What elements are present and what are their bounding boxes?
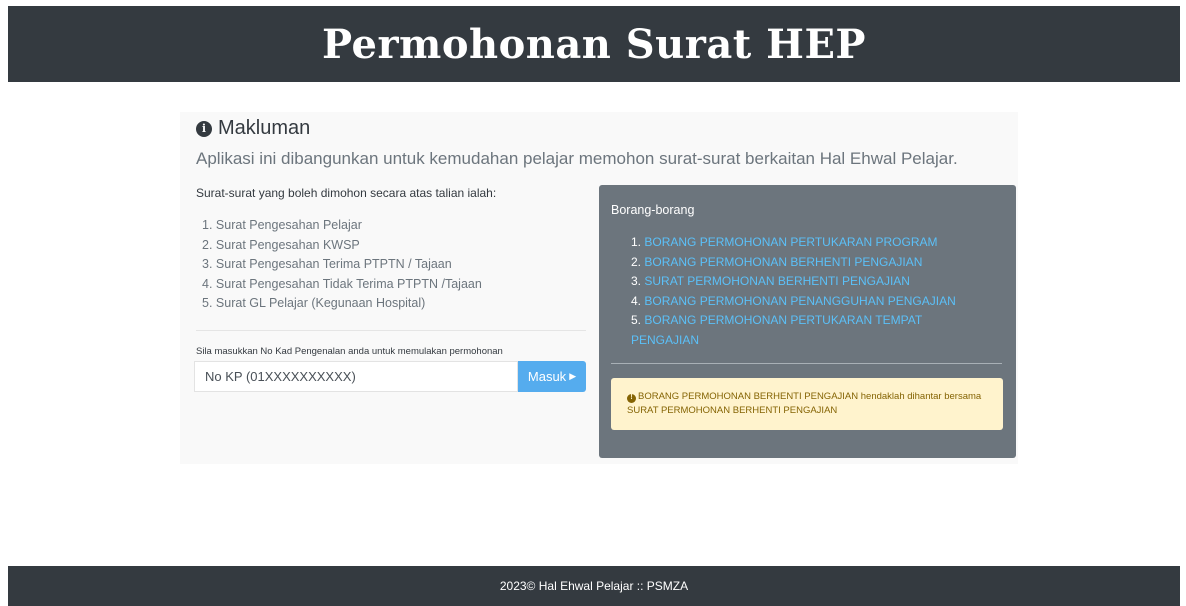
info-lead-text: Aplikasi ini dibangunkan untuk kemudahan… xyxy=(196,149,958,168)
surat-section: Surat-surat yang boleh dimohon secara at… xyxy=(196,186,588,314)
list-item: 1. Surat Pengesahan Pelajar xyxy=(202,218,362,232)
borang-link-pertukaran-program[interactable]: BORANG PERMOHONAN PERTUKARAN PROGRAM xyxy=(644,235,937,249)
borang-card: Borang-borang 1. BORANG PERMOHONAN PERTU… xyxy=(599,185,1016,458)
borang-link-pertukaran-tempat[interactable]: BORANG PERMOHONAN PERTUKARAN TEMPAT PENG… xyxy=(631,313,922,347)
info-heading: i Makluman xyxy=(196,117,310,140)
borang-title: Borang-borang xyxy=(611,203,695,217)
borang-item: 3. SURAT PERMOHONAN BERHENTI PENGAJIAN xyxy=(631,274,910,288)
borang-item: 1. BORANG PERMOHONAN PERTUKARAN PROGRAM xyxy=(631,235,938,249)
surat-list: 1. Surat Pengesahan Pelajar 2. Surat Pen… xyxy=(196,216,588,314)
warning-alert: ! BORANG PERMOHONAN BERHENTI PENGAJIAN he… xyxy=(611,378,1003,430)
footer-bar: 2023© Hal Ehwal Pelajar :: PSMZA xyxy=(8,566,1180,606)
surat-link-berhenti-pengajian[interactable]: SURAT PERMOHONAN BERHENTI PENGAJIAN xyxy=(644,274,910,288)
borang-link-penangguhan-pengajian[interactable]: BORANG PERMOHONAN PENANGGUHAN PENGAJIAN xyxy=(644,294,955,308)
kp-input[interactable]: No KP (01XXXXXXXXXX) xyxy=(194,361,518,392)
borang-item: 5. BORANG PERMOHONAN PERTUKARAN TEMPAT P… xyxy=(631,313,922,347)
page-title: Permohonan Surat HEP xyxy=(321,20,867,68)
list-item: 5. Surat GL Pelajar (Kegunaan Hospital) xyxy=(202,296,426,310)
borang-link-berhenti-pengajian[interactable]: BORANG PERMOHONAN BERHENTI PENGAJIAN xyxy=(644,255,922,269)
divider xyxy=(611,363,1002,364)
masuk-button[interactable]: Masuk ▶ xyxy=(518,361,586,392)
footer-text: 2023© Hal Ehwal Pelajar :: PSMZA xyxy=(499,579,689,593)
borang-item: 2. BORANG PERMOHONAN BERHENTI PENGAJIAN xyxy=(631,254,923,269)
list-item: 2. Surat Pengesahan KWSP xyxy=(202,237,360,252)
surat-intro: Surat-surat yang boleh dimohon secara at… xyxy=(196,186,497,200)
info-circle-icon: ! xyxy=(627,393,636,403)
divider xyxy=(196,330,586,331)
list-item: 4. Surat Pengesahan Tidak Terima PTPTN /… xyxy=(202,276,482,291)
masuk-button-label: Masuk xyxy=(527,369,567,384)
info-title: Makluman xyxy=(218,117,311,139)
borang-item: 4. BORANG PERMOHONAN PENANGGUHAN PENGAJI… xyxy=(631,293,956,308)
header-bar: Permohonan Surat HEP xyxy=(8,6,1180,82)
kp-field-label: Sila masukkan No Kad Pengenalan anda unt… xyxy=(196,346,503,357)
list-item: 3. Surat Pengesahan Terima PTPTN / Tajaa… xyxy=(202,257,452,271)
info-circle-icon: i xyxy=(196,120,212,137)
borang-list: 1. BORANG PERMOHONAN PERTUKARAN PROGRAM … xyxy=(631,233,981,350)
alert-text: BORANG PERMOHONAN BERHENTI PENGAJIAN hen… xyxy=(627,391,982,416)
caret-right-icon: ▶ xyxy=(569,371,577,381)
